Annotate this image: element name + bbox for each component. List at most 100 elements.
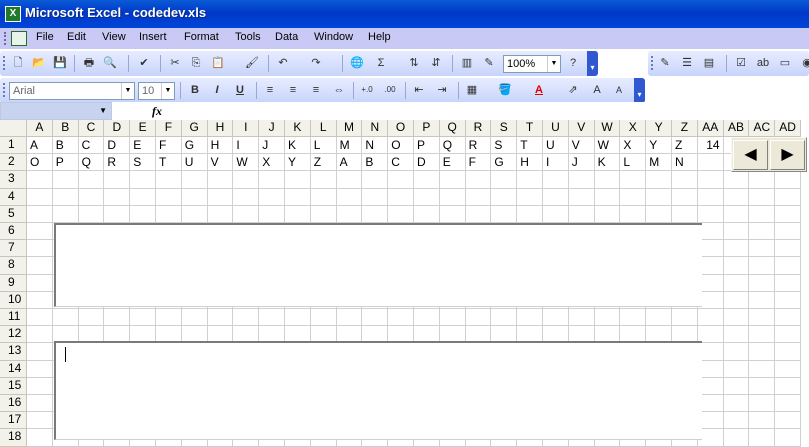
cell[interactable] [259, 309, 285, 327]
cell[interactable] [775, 171, 801, 189]
row-header[interactable]: 15 [0, 377, 27, 395]
cell[interactable] [310, 188, 337, 206]
cell[interactable] [207, 309, 234, 327]
row-header[interactable]: 18 [0, 429, 27, 447]
cell[interactable] [362, 205, 389, 223]
column-header[interactable]: W [594, 120, 621, 137]
column-header[interactable]: C [78, 120, 105, 137]
cell[interactable]: W [594, 137, 621, 155]
cell[interactable] [646, 205, 672, 223]
cell[interactable] [697, 205, 724, 223]
cell[interactable] [362, 171, 389, 189]
cell[interactable] [620, 205, 647, 223]
font-color-icon[interactable]: A [530, 81, 548, 99]
cell[interactable]: U [543, 137, 569, 155]
cell[interactable] [775, 257, 801, 275]
cell[interactable]: I [233, 137, 260, 155]
menu-insert[interactable]: Insert [139, 31, 167, 43]
cell[interactable] [233, 205, 260, 223]
cell[interactable] [775, 188, 801, 206]
redo-icon[interactable]: ↷ [307, 54, 325, 72]
menu-window[interactable]: Window [314, 31, 353, 43]
cell[interactable]: F [156, 137, 182, 155]
cell[interactable] [27, 291, 53, 309]
cell[interactable] [723, 240, 750, 258]
cell[interactable] [104, 205, 131, 223]
cell[interactable]: O [27, 154, 53, 172]
font-combo[interactable]: Arial ▼ [9, 82, 135, 100]
new-icon[interactable]: 🗋 [9, 54, 27, 72]
cell[interactable] [27, 326, 53, 344]
column-header[interactable]: M [336, 120, 363, 137]
toolbar-options-icon[interactable]: ▾ [634, 78, 645, 103]
cell[interactable] [388, 171, 414, 189]
cell[interactable] [749, 257, 776, 275]
cell[interactable] [775, 343, 801, 361]
cell[interactable] [27, 188, 53, 206]
cell[interactable]: F [465, 154, 492, 172]
cell[interactable]: Y [646, 137, 672, 155]
cell[interactable]: M [336, 137, 363, 155]
design-mode-icon[interactable]: ✎ [656, 54, 674, 72]
cell[interactable] [156, 205, 182, 223]
menu-tools[interactable]: Tools [235, 31, 261, 43]
cell[interactable]: C [388, 154, 414, 172]
cell[interactable] [362, 188, 389, 206]
cell[interactable] [388, 309, 414, 327]
cell[interactable] [181, 188, 208, 206]
cell[interactable] [285, 171, 311, 189]
cell[interactable]: X [620, 137, 647, 155]
row-header[interactable]: 14 [0, 360, 27, 378]
column-header[interactable]: R [465, 120, 492, 137]
cell[interactable]: D [104, 137, 131, 155]
cell[interactable]: K [594, 154, 621, 172]
cell[interactable] [27, 257, 53, 275]
cell[interactable] [749, 412, 776, 430]
cell[interactable] [336, 188, 363, 206]
cell[interactable] [594, 205, 621, 223]
spelling-icon[interactable]: ✔ [135, 54, 153, 72]
cell[interactable] [568, 188, 595, 206]
cell[interactable]: T [156, 154, 182, 172]
column-header[interactable]: B [52, 120, 79, 137]
cell[interactable] [259, 205, 285, 223]
cell[interactable] [259, 188, 285, 206]
chart-wizard-icon[interactable]: ▥ [458, 54, 476, 72]
cell[interactable] [749, 395, 776, 413]
cell[interactable] [104, 309, 131, 327]
cell[interactable] [723, 360, 750, 378]
cell[interactable] [543, 171, 569, 189]
drawing-icon[interactable]: ✎ [480, 54, 498, 72]
cell[interactable]: A [27, 137, 53, 155]
cell[interactable]: J [259, 137, 285, 155]
cell[interactable]: O [388, 137, 414, 155]
cell[interactable] [723, 291, 750, 309]
merge-center-icon[interactable]: ⇔ [330, 81, 348, 99]
cell[interactable] [104, 171, 131, 189]
cell[interactable] [27, 223, 53, 241]
cell[interactable] [749, 223, 776, 241]
cell[interactable] [388, 205, 414, 223]
column-header[interactable]: AA [697, 120, 724, 137]
cell[interactable] [491, 188, 518, 206]
cell[interactable] [207, 171, 234, 189]
cell[interactable]: Q [439, 137, 466, 155]
paste-icon[interactable]: 📋 [209, 54, 227, 72]
cell[interactable]: N [672, 154, 698, 172]
cell[interactable]: X [259, 154, 285, 172]
cell[interactable] [620, 309, 647, 327]
row-header[interactable]: 11 [0, 309, 27, 327]
cell[interactable]: B [52, 137, 79, 155]
toolbar-options-icon[interactable]: ▾ [587, 51, 598, 76]
cell[interactable]: Q [78, 154, 105, 172]
decrease-decimal-icon[interactable]: .00 [381, 81, 399, 99]
save-icon[interactable]: 💾 [51, 54, 69, 72]
cell[interactable] [749, 326, 776, 344]
cell[interactable] [130, 205, 156, 223]
cell[interactable] [310, 309, 337, 327]
cell[interactable] [723, 429, 750, 447]
column-header[interactable]: N [362, 120, 389, 137]
cell[interactable] [775, 309, 801, 327]
cell[interactable] [749, 274, 776, 292]
cell[interactable] [723, 171, 750, 189]
